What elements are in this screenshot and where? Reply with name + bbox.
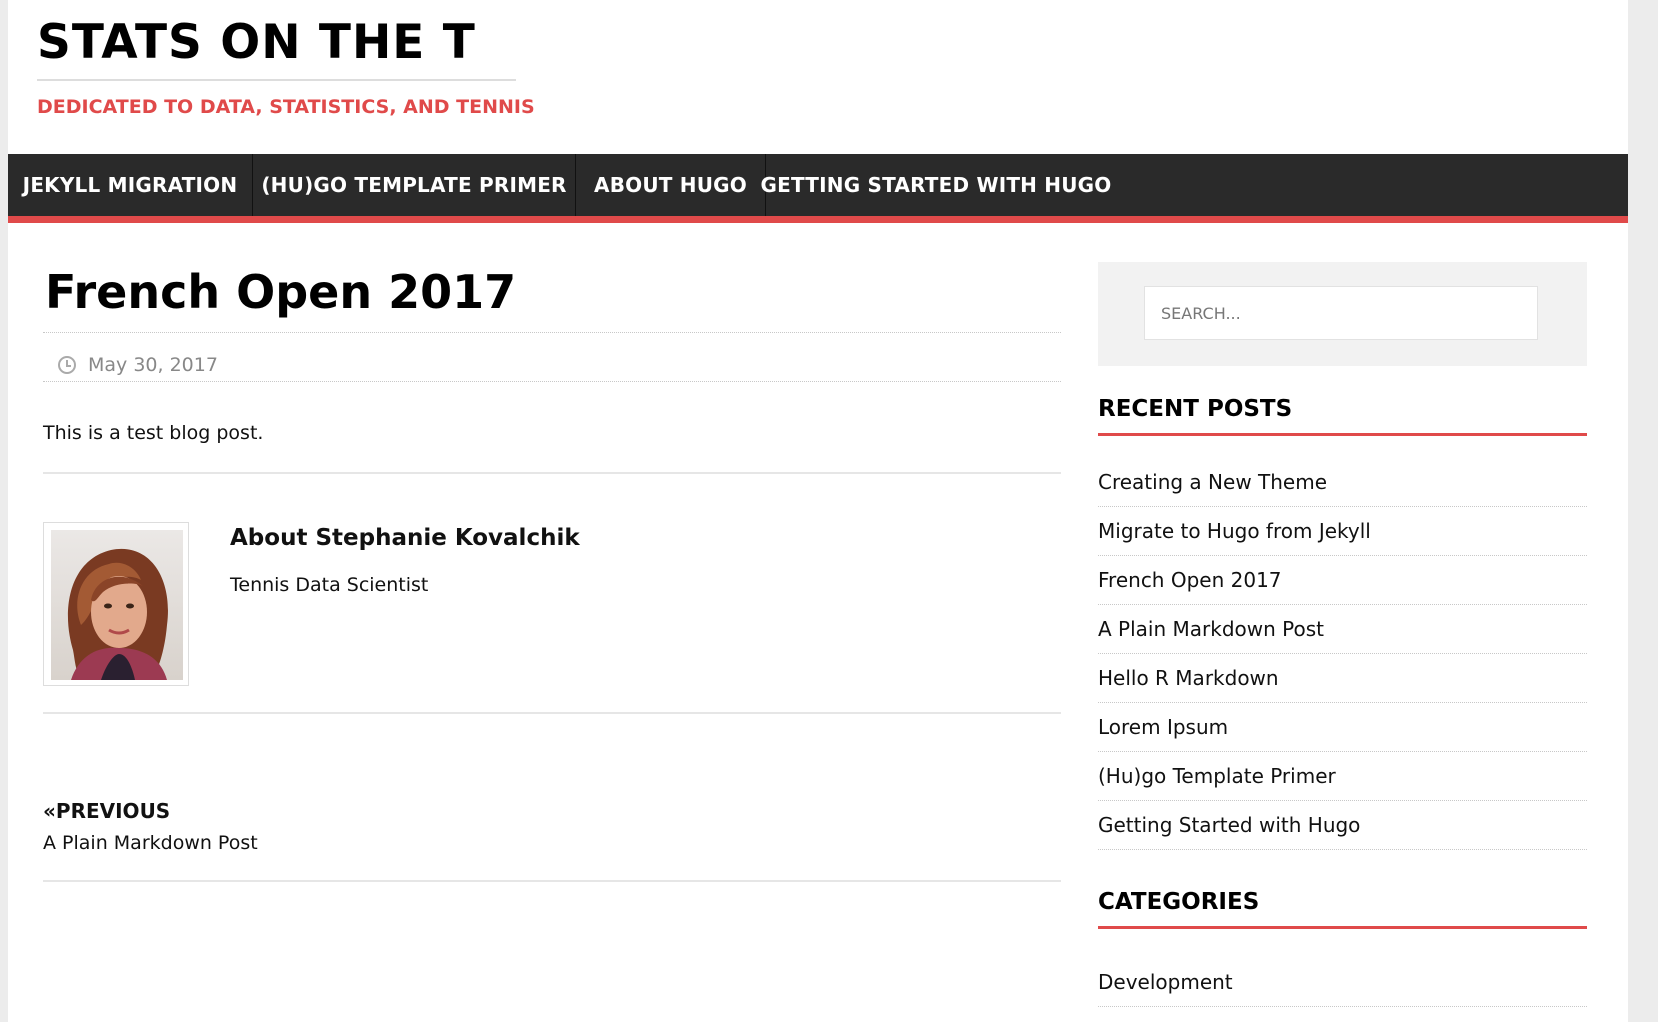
category-item[interactable]: Development	[1098, 958, 1587, 1007]
previous-post-label[interactable]: «PREVIOUS	[43, 799, 170, 823]
recent-posts-title: RECENT POSTS	[1098, 396, 1293, 422]
meta-divider	[43, 381, 1061, 382]
clock-icon	[58, 356, 76, 374]
recent-post-item[interactable]: (Hu)go Template Primer	[1098, 752, 1587, 801]
page: STATS ON THE T DEDICATED TO DATA, STATIS…	[8, 0, 1628, 1022]
search-widget	[1098, 262, 1587, 366]
categories-title: CATEGORIES	[1098, 889, 1260, 915]
recent-post-item[interactable]: Hello R Markdown	[1098, 654, 1587, 703]
recent-post-item[interactable]: Lorem Ipsum	[1098, 703, 1587, 752]
post-body: This is a test blog post.	[43, 422, 264, 444]
author-role: Tennis Data Scientist	[230, 574, 429, 596]
recent-post-item[interactable]: Getting Started with Hugo	[1098, 801, 1587, 850]
author-name: About Stephanie Kovalchik	[230, 525, 580, 551]
site-tagline: DEDICATED TO DATA, STATISTICS, AND TENNI…	[37, 96, 535, 118]
post-title: French Open 2017	[45, 265, 517, 319]
recent-post-item[interactable]: French Open 2017	[1098, 556, 1587, 605]
author-avatar-frame	[43, 522, 189, 686]
categories-underline	[1098, 926, 1587, 929]
author-divider	[43, 712, 1061, 714]
search-input[interactable]	[1144, 286, 1538, 340]
nav-item-getting-started[interactable]: GETTING STARTED WITH HUGO	[761, 154, 1112, 216]
post-date: May 30, 2017	[88, 354, 218, 376]
recent-post-item[interactable]: Migrate to Hugo from Jekyll	[1098, 507, 1587, 556]
recent-post-item[interactable]: Creating a New Theme	[1098, 458, 1587, 507]
recent-posts-underline	[1098, 433, 1587, 436]
nav-item-jekyll-migration[interactable]: JEKYLL MIGRATION	[8, 154, 253, 216]
recent-post-item[interactable]: A Plain Markdown Post	[1098, 605, 1587, 654]
previous-post-link[interactable]: A Plain Markdown Post	[43, 832, 258, 854]
recent-posts-list: Creating a New Theme Migrate to Hugo fro…	[1098, 458, 1587, 850]
categories-list: Development	[1098, 958, 1587, 1007]
main-nav: JEKYLL MIGRATION (HU)GO TEMPLATE PRIMER …	[8, 154, 1628, 223]
title-divider	[43, 332, 1061, 333]
pagination-divider	[43, 880, 1061, 882]
avatar	[51, 530, 183, 680]
site-title[interactable]: STATS ON THE T	[37, 14, 476, 72]
post-meta: May 30, 2017	[58, 352, 218, 378]
content-divider	[43, 472, 1061, 474]
nav-item-about-hugo[interactable]: ABOUT HUGO	[576, 154, 766, 216]
header-divider	[37, 79, 516, 81]
nav-item-hugo-template-primer[interactable]: (HU)GO TEMPLATE PRIMER	[253, 154, 576, 216]
